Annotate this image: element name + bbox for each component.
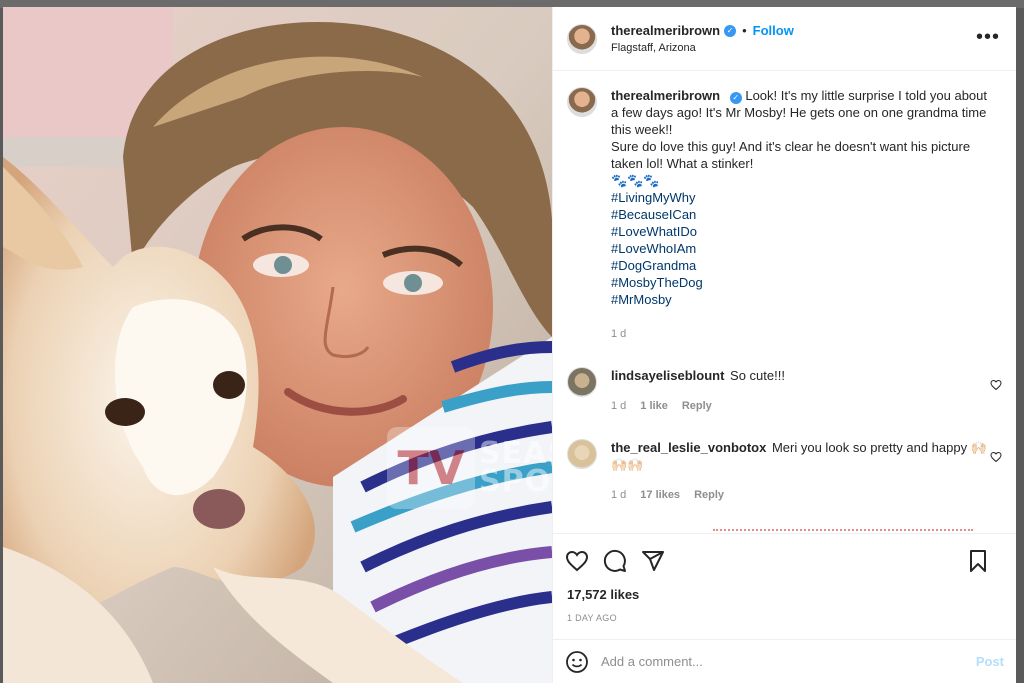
author-username[interactable]: therealmeribrown: [611, 23, 720, 38]
post-modal: TV SEAS SPOI therealmeribrown ✓ • Follow…: [3, 7, 1016, 683]
hashtag-link[interactable]: #LivingMyWhy: [611, 189, 991, 206]
add-comment-bar: Post: [553, 639, 1016, 683]
comment-text: So cute!!!: [730, 368, 785, 383]
reply-button[interactable]: Reply: [694, 487, 724, 504]
commenter-avatar[interactable]: [567, 439, 597, 469]
likes-count[interactable]: 17,572 likes: [553, 587, 1016, 609]
comment-time[interactable]: 1 d: [611, 398, 626, 415]
caption-meta: 1 d: [611, 326, 991, 343]
more-options-icon[interactable]: •••: [976, 27, 1000, 47]
caption-block: therealmeribrown ✓ Look! It's my little …: [567, 87, 1002, 343]
author-info: therealmeribrown ✓ • Follow Flagstaff, A…: [611, 23, 794, 54]
share-send-icon[interactable]: [641, 549, 665, 573]
reply-button[interactable]: Reply: [682, 398, 712, 415]
author-avatar[interactable]: [567, 23, 597, 54]
comment-likes[interactable]: 1 like: [640, 398, 668, 415]
caption-body: therealmeribrown ✓ Look! It's my little …: [611, 87, 991, 343]
comment-body: lindsayeliseblount So cute!!! 1 d 1 like…: [611, 367, 991, 415]
hashtag-link[interactable]: #DogGrandma: [611, 257, 991, 274]
comment-meta: 1 d 17 likes Reply: [611, 487, 991, 504]
comment-item: the_real_leslie_vonbotox Meri you look s…: [567, 439, 1002, 504]
comment-bubble-icon[interactable]: [603, 549, 627, 573]
commenter-username[interactable]: the_real_leslie_vonbotox: [611, 440, 766, 455]
post-comment-button[interactable]: Post: [976, 654, 1004, 669]
comment-meta: 1 d 1 like Reply: [611, 398, 991, 415]
save-bookmark-icon[interactable]: [966, 549, 990, 573]
post-location[interactable]: Flagstaff, Arizona: [611, 42, 794, 54]
emoji-icon[interactable]: [565, 650, 589, 674]
commenter-avatar[interactable]: [567, 367, 597, 397]
separator-dot: •: [742, 23, 747, 38]
comment-item: lindsayeliseblount So cute!!! 1 d 1 like…: [567, 367, 1002, 415]
comment-time[interactable]: 1 d: [611, 487, 626, 504]
caption-username[interactable]: therealmeribrown: [611, 88, 720, 103]
hashtag-link[interactable]: #MrMosby: [611, 291, 991, 308]
like-comment-heart-icon[interactable]: [990, 379, 1002, 391]
post-photo: TV SEAS SPOI: [3, 7, 552, 683]
follow-button[interactable]: Follow: [753, 23, 794, 38]
post-header: therealmeribrown ✓ • Follow Flagstaff, A…: [553, 7, 1016, 71]
caption-emoji: 🐾🐾🐾: [611, 173, 660, 188]
comment-body: the_real_leslie_vonbotox Meri you look s…: [611, 439, 991, 504]
hashtag-link[interactable]: #BecauseICan: [611, 206, 991, 223]
watermark-logo: TV: [387, 427, 475, 509]
verified-badge-icon: ✓: [724, 24, 737, 37]
commenter-username[interactable]: lindsayeliseblount: [611, 368, 724, 383]
verified-badge-icon: ✓: [729, 92, 742, 104]
caption-time[interactable]: 1 d: [611, 326, 626, 343]
post-side-panel: therealmeribrown ✓ • Follow Flagstaff, A…: [552, 7, 1016, 683]
action-bar: [553, 533, 1016, 587]
post-timestamp[interactable]: 1 DAY AGO: [553, 609, 1016, 639]
like-heart-icon[interactable]: [565, 549, 589, 573]
watermark-line-2: SPOI: [479, 464, 552, 499]
hashtag-link[interactable]: #MosbyTheDog: [611, 274, 991, 291]
comments-section[interactable]: therealmeribrown ✓ Look! It's my little …: [553, 71, 1016, 533]
comment-likes[interactable]: 17 likes: [640, 487, 680, 504]
hashtag-link[interactable]: #LoveWhoIAm: [611, 240, 991, 257]
like-comment-heart-icon[interactable]: [990, 451, 1002, 463]
comment-input[interactable]: [601, 654, 976, 669]
photo-illustration: [3, 7, 552, 683]
hashtag-link[interactable]: #LoveWhatIDo: [611, 223, 991, 240]
watermark: TV SEAS SPOI: [387, 427, 552, 509]
caption-text-2: Sure do love this guy! And it's clear he…: [611, 139, 971, 171]
watermark-text: SEAS SPOI: [479, 439, 552, 499]
caption-avatar[interactable]: [567, 87, 597, 117]
